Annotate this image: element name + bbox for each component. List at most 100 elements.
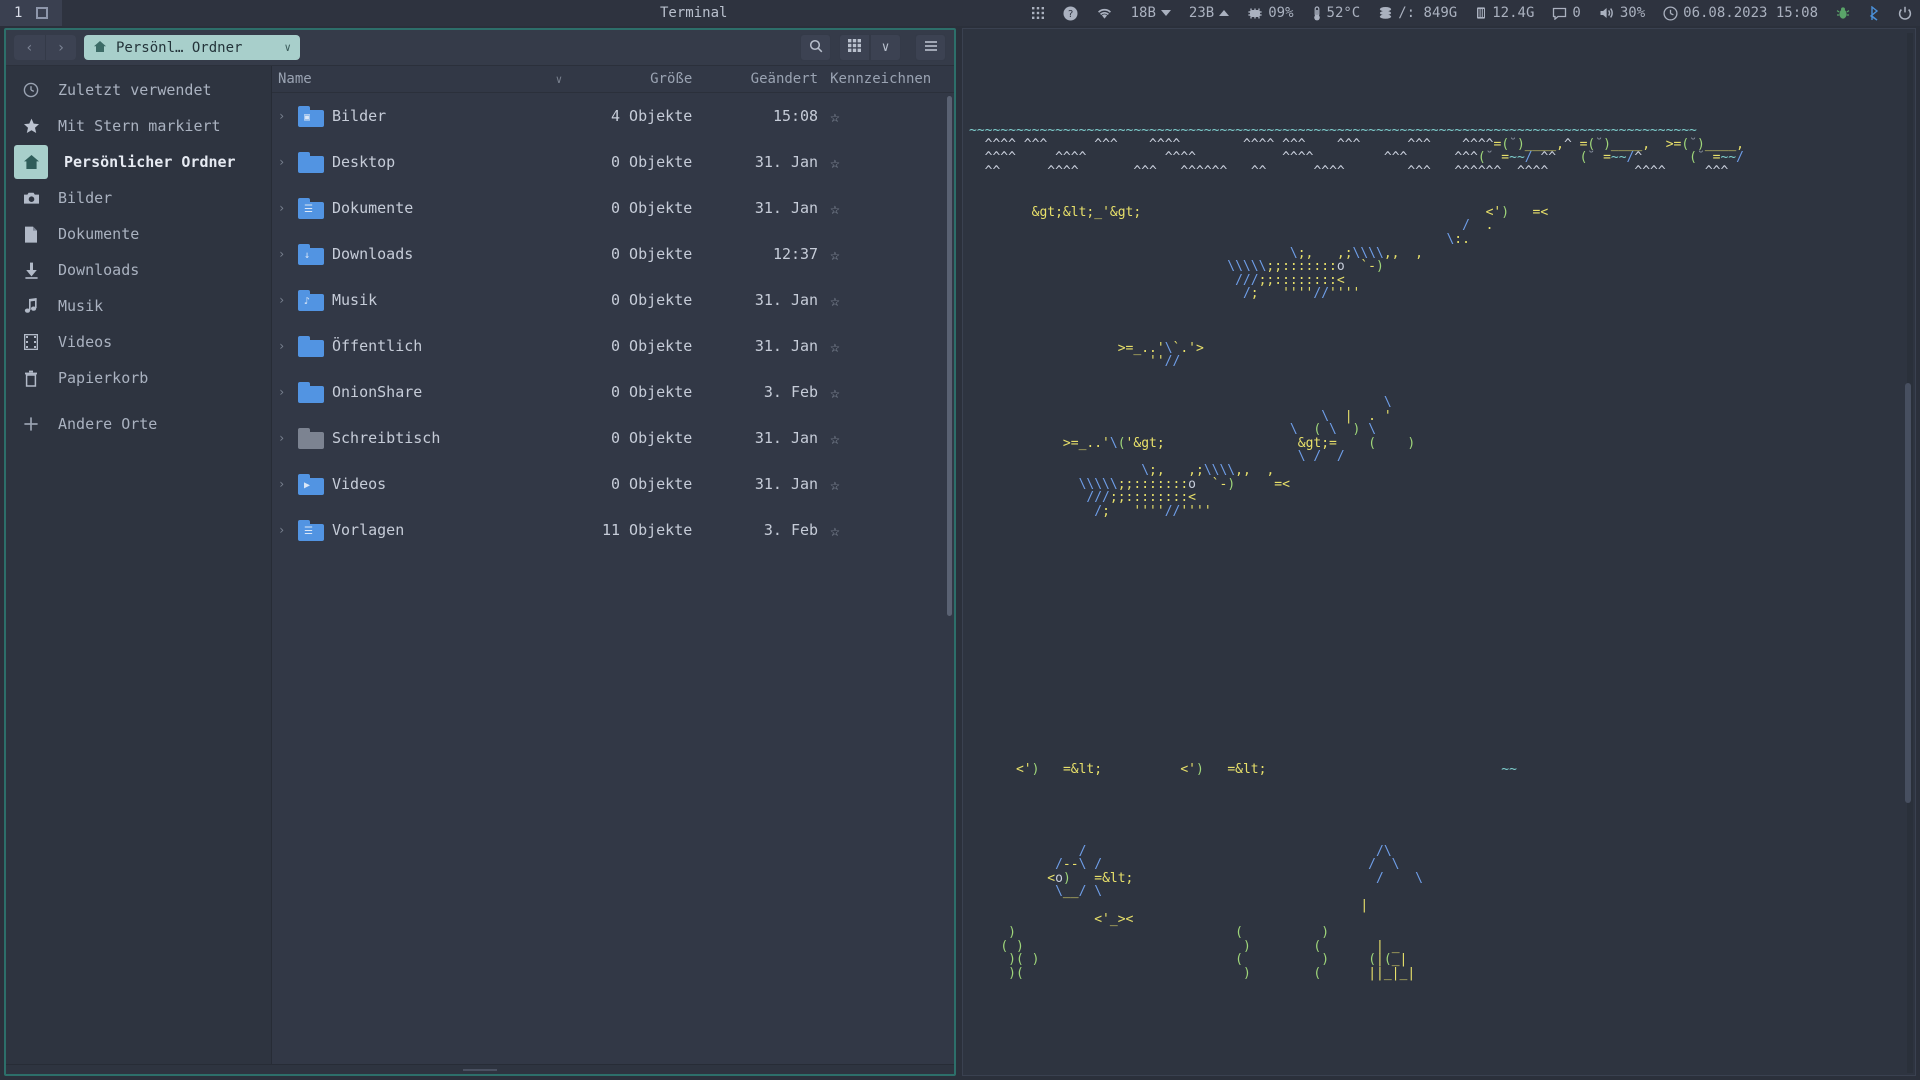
star-icon[interactable]: ☆ [830, 153, 840, 172]
row-modified-cell: 15:08 [772, 107, 819, 125]
column-header-flags[interactable]: Kennzeichnen [818, 71, 954, 87]
chevron-down-icon[interactable]: ∨ [284, 41, 291, 54]
row-flag-cell[interactable]: ☆ [818, 291, 954, 310]
table-row[interactable]: › ▣ Bilder 4 Objekte 15:08 ☆ [272, 93, 954, 139]
tray-bluetooth[interactable] [1868, 5, 1880, 21]
star-icon[interactable]: ☆ [830, 199, 840, 218]
row-flag-cell[interactable]: ☆ [818, 337, 954, 356]
star-icon[interactable]: ☆ [830, 475, 840, 494]
row-flag-cell[interactable]: ☆ [818, 107, 954, 126]
row-name-cell[interactable]: › ♪ Musik [272, 289, 572, 311]
star-icon[interactable]: ☆ [830, 429, 840, 448]
row-name-cell[interactable]: › ↓ Downloads [272, 243, 572, 265]
tray-power[interactable] [1898, 6, 1912, 20]
star-icon[interactable]: ☆ [830, 245, 840, 264]
tray-memory[interactable]: 12.4G [1475, 5, 1534, 21]
row-flag-cell[interactable]: ☆ [818, 245, 954, 264]
file-list-scrollbar[interactable] [947, 96, 952, 616]
tray-help[interactable]: ? [1063, 6, 1078, 21]
window-box-icon[interactable] [36, 7, 49, 19]
sidebar-item-starred[interactable]: Mit Stern markiert [6, 108, 271, 144]
table-row[interactable]: › Desktop 0 Objekte 31. Jan ☆ [272, 139, 954, 185]
terminal-output[interactable]: ~~~~~~~~~~~~~~~~~~~~~~~~~~~~~~~~~~~~~~~~… [969, 29, 1899, 1075]
column-header-name[interactable]: Name ∨ [272, 71, 572, 87]
sidebar-item-home[interactable]: Persönlicher Ordner [6, 144, 271, 180]
table-row[interactable]: › ↓ Downloads 0 Objekte 12:37 ☆ [272, 231, 954, 277]
star-icon[interactable]: ☆ [830, 383, 840, 402]
path-bar-current[interactable]: Persönl… Ordner ∨ [84, 35, 300, 60]
expand-chevron-icon[interactable]: › [278, 293, 290, 307]
tray-clock[interactable]: 06.08.2023 15:08 [1663, 5, 1818, 21]
folder-public-icon [298, 335, 324, 357]
row-flag-cell[interactable]: ☆ [818, 429, 954, 448]
terminal-scrollbar-track[interactable] [1905, 33, 1913, 1073]
row-name-cell[interactable]: › ▣ Bilder [272, 105, 572, 127]
row-name-cell[interactable]: › Desktop [272, 151, 572, 173]
tray-volume[interactable]: 30% [1599, 5, 1645, 21]
sidebar-item-downloads[interactable]: Downloads [6, 252, 271, 288]
tray-temperature[interactable]: 52°C [1312, 5, 1360, 21]
row-name-cell[interactable]: › Öffentlich [272, 335, 572, 357]
tray-cpu[interactable]: 09% [1247, 5, 1294, 21]
star-icon[interactable]: ☆ [830, 337, 840, 356]
column-header-size[interactable]: Größe [572, 71, 692, 87]
table-row[interactable]: › Schreibtisch 0 Objekte 31. Jan ☆ [272, 415, 954, 461]
tray-net-down[interactable]: 18B [1131, 5, 1171, 21]
tray-disk[interactable]: /: 849G [1378, 5, 1457, 21]
row-name-cell[interactable]: › ☰ Dokumente [272, 197, 572, 219]
row-name-cell[interactable]: › ▶ Videos [272, 473, 572, 495]
row-name-cell[interactable]: › OnionShare [272, 381, 572, 403]
tray-net-up[interactable]: 23B [1189, 5, 1230, 21]
table-row[interactable]: › ▶ Videos 0 Objekte 31. Jan ☆ [272, 461, 954, 507]
star-icon[interactable]: ☆ [830, 291, 840, 310]
row-name-cell[interactable]: › Schreibtisch [272, 427, 572, 449]
expand-chevron-icon[interactable]: › [278, 431, 290, 445]
table-row[interactable]: › OnionShare 0 Objekte 3. Feb ☆ [272, 369, 954, 415]
sidebar-item-pictures[interactable]: Bilder [6, 180, 271, 216]
workspace-number[interactable]: 1 [14, 6, 22, 20]
row-flag-cell[interactable]: ☆ [818, 199, 954, 218]
expand-chevron-icon[interactable]: › [278, 477, 290, 491]
row-flag-cell[interactable]: ☆ [818, 521, 954, 540]
sidebar-item-trash[interactable]: Papierkorb [6, 360, 271, 396]
window-resize-grip[interactable] [6, 1064, 954, 1074]
expand-chevron-icon[interactable]: › [278, 155, 290, 169]
row-flag-cell[interactable]: ☆ [818, 153, 954, 172]
expand-chevron-icon[interactable]: › [278, 385, 290, 399]
back-button[interactable]: ‹ [14, 35, 45, 60]
sidebar-item-music[interactable]: Musik [6, 288, 271, 324]
table-row[interactable]: › ☰ Dokumente 0 Objekte 31. Jan ☆ [272, 185, 954, 231]
view-options-button[interactable]: ∨ [870, 34, 901, 61]
row-flag-cell[interactable]: ☆ [818, 383, 954, 402]
expand-chevron-icon[interactable]: › [278, 339, 290, 353]
workspace-switcher[interactable]: 1 [0, 0, 63, 26]
expand-chevron-icon[interactable]: › [278, 109, 290, 123]
row-name-cell[interactable]: › ☰ Vorlagen [272, 519, 572, 541]
table-row[interactable]: › Öffentlich 0 Objekte 31. Jan ☆ [272, 323, 954, 369]
tray-wifi[interactable] [1096, 6, 1113, 20]
expand-chevron-icon[interactable]: › [278, 247, 290, 261]
tray-bug[interactable] [1836, 6, 1850, 20]
search-button[interactable] [800, 34, 831, 61]
grid-view-button[interactable] [839, 34, 870, 61]
terminal-scrollbar-thumb[interactable] [1905, 383, 1911, 803]
tray-apps-grid[interactable] [1031, 6, 1045, 20]
star-icon[interactable]: ☆ [830, 107, 840, 126]
row-flag-cell[interactable]: ☆ [818, 475, 954, 494]
tray-notifications[interactable]: 0 [1552, 5, 1581, 21]
table-row[interactable]: › ♪ Musik 0 Objekte 31. Jan ☆ [272, 277, 954, 323]
expand-chevron-icon[interactable]: › [278, 523, 290, 537]
sidebar-item-documents[interactable]: Dokumente [6, 216, 271, 252]
sidebar-item-videos[interactable]: Videos [6, 324, 271, 360]
row-modified-cell: 31. Jan [754, 337, 819, 355]
main-menu-button[interactable] [915, 34, 946, 61]
column-header-modified[interactable]: Geändert [692, 71, 818, 87]
star-icon[interactable]: ☆ [830, 521, 840, 540]
row-modified-cell: 12:37 [772, 245, 819, 263]
sidebar-item-other-locations[interactable]: Andere Orte [6, 406, 271, 442]
expand-chevron-icon[interactable]: › [278, 201, 290, 215]
sidebar-item-recent[interactable]: Zuletzt verwendet [6, 72, 271, 108]
table-row[interactable]: › ☰ Vorlagen 11 Objekte 3. Feb ☆ [272, 507, 954, 553]
forward-button[interactable]: › [45, 35, 76, 60]
sort-chevron-icon[interactable]: ∨ [556, 73, 563, 86]
